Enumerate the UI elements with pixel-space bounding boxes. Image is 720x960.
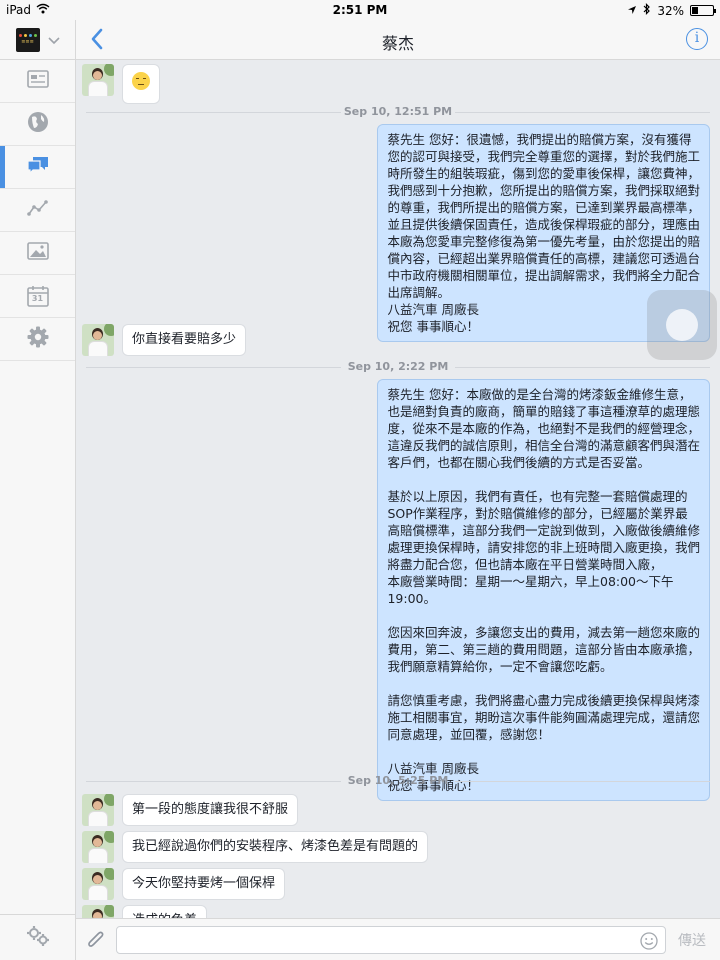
message-row: 今天你堅持要烤一個保桿 [82,868,286,900]
unamused-face-icon [132,72,150,90]
sidebar-item-globe[interactable] [0,103,75,146]
page-avatar: ≡≡≡ [15,27,40,52]
smiley-icon [640,932,658,954]
incoming-message[interactable] [122,64,160,104]
photos-icon [26,242,49,264]
message-row: 第一段的態度讓我很不舒服 [82,794,299,826]
battery-percent: 32% [657,3,684,18]
manage-settings-button[interactable] [0,914,75,960]
message-row: 造成的色差 [82,905,208,918]
insights-icon [26,200,49,220]
sidebar: ≡≡≡ 31 [0,20,76,960]
avatar[interactable] [82,868,114,900]
conversation-title: 蔡杰 [381,34,414,53]
message-row [82,64,160,104]
incoming-message[interactable]: 第一段的態度讓我很不舒服 [122,794,299,826]
gears-icon [26,925,50,951]
sidebar-item-settings[interactable] [0,318,75,361]
gear-icon [27,326,49,352]
info-icon: i [694,30,700,46]
sidebar-item-photos[interactable] [0,232,75,275]
avatar[interactable] [82,905,114,918]
incoming-message[interactable]: 我已經說過你們的安裝程序、烤漆色差是有問題的 [122,831,429,863]
location-icon [627,4,637,18]
calendar-icon: 31 [26,285,49,307]
timestamp-divider: Sep 10, 2:22 PM [76,360,720,373]
incoming-message[interactable]: 今天你堅持要烤一個保桿 [122,868,286,900]
sidebar-item-messages[interactable] [0,146,75,189]
status-bar: iPad 2:51 PM 32% [0,0,720,20]
page-switcher[interactable]: ≡≡≡ [0,20,75,60]
info-button[interactable]: i [686,28,708,50]
calendar-day: 31 [31,294,44,303]
attach-button[interactable] [86,929,106,955]
timestamp-divider: Sep 10, 12:51 PM [76,105,720,118]
news-feed-icon [26,70,49,92]
sidebar-item-news-feed[interactable] [0,60,75,103]
send-button[interactable]: 傳送 [672,926,712,954]
incoming-message[interactable]: 你直接看要賠多少 [122,324,247,356]
battery-icon [690,5,716,16]
message-input[interactable] [116,926,666,954]
timestamp-divider: Sep 10, 5:25 PM [76,774,720,787]
avatar[interactable] [82,831,114,863]
avatar[interactable] [82,64,114,96]
outgoing-message[interactable]: 蔡先生 您好：本廠做的是全台灣的烤漆鈑金維修生意， 也是絕對負責的廠商，簡單的賠… [377,379,710,801]
incoming-message[interactable]: 造成的色差 [122,905,208,918]
message-thread[interactable]: Sep 10, 12:51 PM 蔡先生 您好：很遺憾，我們提出的賠償方案，沒有… [76,60,720,918]
status-time: 2:51 PM [332,3,388,17]
sidebar-item-insights[interactable] [0,189,75,232]
avatar[interactable] [82,794,114,826]
assistive-touch-button[interactable] [647,290,717,360]
paperclip-icon [86,931,106,955]
chevron-down-icon [47,30,60,49]
message-composer: 傳送 [76,918,720,960]
conversation-header: 蔡杰 i [76,20,720,60]
message-row: 我已經說過你們的安裝程序、烤漆色差是有問題的 [82,831,429,863]
sidebar-item-calendar[interactable]: 31 [0,275,75,318]
avatar[interactable] [82,324,114,356]
bluetooth-icon [643,3,651,18]
globe-icon [27,111,49,137]
messages-icon [26,155,50,179]
message-row: 你直接看要賠多少 [82,324,247,356]
emoji-button[interactable] [640,932,658,954]
